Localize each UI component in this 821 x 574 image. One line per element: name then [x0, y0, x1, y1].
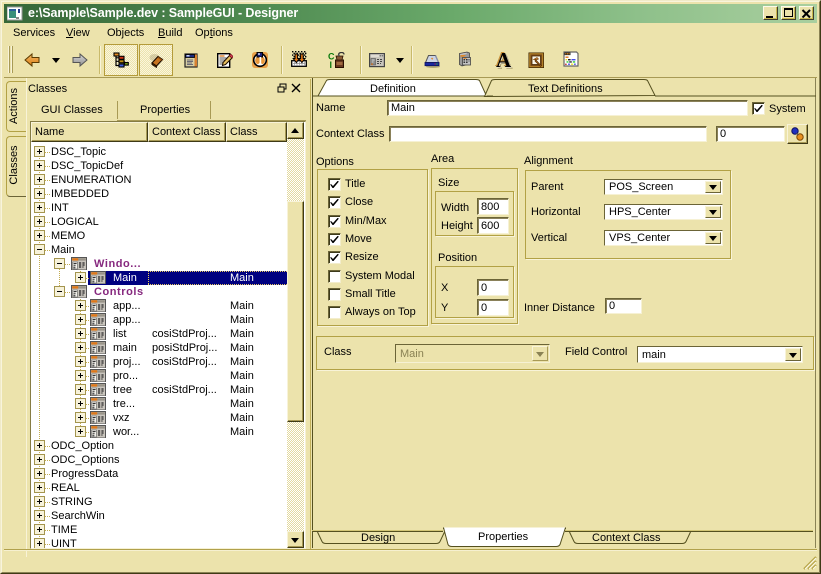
svg-text:I: I — [330, 60, 333, 68]
